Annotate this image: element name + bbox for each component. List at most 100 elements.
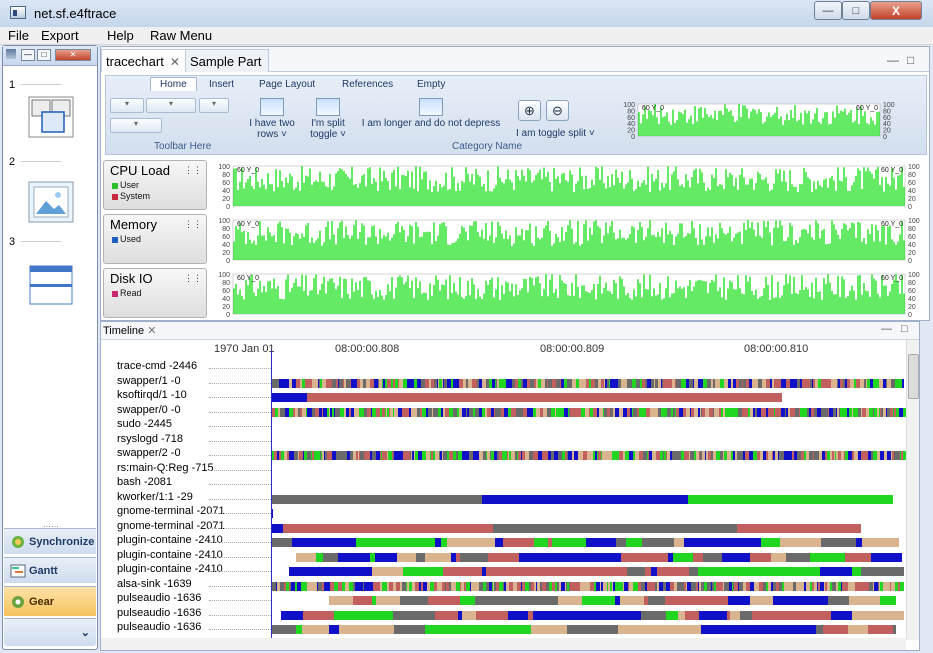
maximize-view-button[interactable]: □: [907, 53, 914, 67]
state-segment[interactable]: [586, 538, 616, 547]
state-segment[interactable]: [641, 610, 666, 620]
state-segment[interactable]: [563, 596, 582, 605]
image-thumbnail-icon[interactable]: [28, 181, 74, 223]
process-label[interactable]: plugin-containe -2410: [117, 563, 223, 575]
process-label[interactable]: swapper/1 -0: [117, 375, 181, 387]
state-segment[interactable]: [271, 494, 482, 504]
horizontal-scrollbar[interactable]: [101, 638, 906, 650]
state-segment[interactable]: [503, 538, 534, 547]
layout-thumbnail-icon[interactable]: [28, 96, 74, 138]
state-segment[interactable]: [365, 625, 394, 634]
grip-icon[interactable]: ⋮⋮: [184, 219, 202, 230]
process-state-track[interactable]: [271, 610, 904, 620]
state-segment[interactable]: [773, 596, 803, 605]
state-segment[interactable]: [475, 596, 558, 605]
state-segment[interactable]: [620, 596, 644, 605]
state-segment[interactable]: [618, 625, 675, 634]
state-segment[interactable]: [329, 596, 353, 605]
process-label[interactable]: kworker/1:1 -29: [117, 491, 193, 503]
state-segment[interactable]: [796, 538, 821, 547]
state-segment[interactable]: [307, 393, 782, 402]
state-segment[interactable]: [296, 552, 316, 562]
process-state-track[interactable]: [271, 625, 904, 634]
state-segment[interactable]: [821, 538, 849, 547]
state-segment[interactable]: [482, 494, 688, 504]
state-segment[interactable]: [698, 567, 798, 576]
state-segment[interactable]: [861, 567, 888, 576]
state-segment[interactable]: [849, 596, 880, 605]
toolbar-button[interactable]: ▾: [110, 118, 162, 133]
state-segment[interactable]: [701, 625, 816, 634]
process-label[interactable]: swapper/2 -0: [117, 447, 181, 459]
tab-tracechart[interactable]: tracechart ✕: [101, 49, 187, 72]
maximize-view-button[interactable]: □: [901, 323, 908, 335]
state-segment[interactable]: [353, 552, 370, 562]
state-segment[interactable]: [339, 625, 365, 634]
state-segment[interactable]: [648, 596, 665, 605]
close-icon[interactable]: ✕: [170, 55, 180, 69]
state-segment[interactable]: [688, 494, 893, 504]
shelf-minimize-button[interactable]: —: [21, 49, 35, 61]
state-segment[interactable]: [493, 523, 737, 533]
state-segment[interactable]: [531, 625, 567, 634]
state-segment[interactable]: [271, 538, 292, 547]
disk-io-label[interactable]: Disk IO ⋮⋮ Read: [103, 268, 207, 318]
state-segment[interactable]: [771, 552, 780, 562]
state-segment[interactable]: [689, 567, 698, 576]
state-segment[interactable]: [519, 552, 543, 562]
state-segment[interactable]: [722, 552, 750, 562]
state-segment[interactable]: [816, 625, 823, 634]
state-segment[interactable]: [823, 625, 848, 634]
minimize-button[interactable]: —: [814, 1, 842, 20]
state-segment[interactable]: [403, 567, 443, 576]
process-state-track[interactable]: [271, 494, 904, 504]
state-segment[interactable]: [582, 596, 591, 605]
gantt-button[interactable]: Gantt: [4, 557, 96, 583]
state-segment[interactable]: [616, 538, 626, 547]
state-segment[interactable]: [353, 596, 372, 605]
maximize-button[interactable]: □: [842, 1, 870, 20]
process-label[interactable]: gnome-terminal -2071: [117, 505, 225, 517]
tab-sample-part[interactable]: Sample Part: [185, 49, 269, 72]
process-label[interactable]: trace-cmd -2446: [117, 360, 197, 372]
longer-button[interactable]: I am longer and do not depress: [356, 98, 506, 129]
close-icon[interactable]: ✕: [147, 325, 156, 337]
state-segment[interactable]: [476, 610, 483, 620]
state-segment[interactable]: [397, 552, 416, 562]
state-segment[interactable]: [334, 610, 393, 620]
state-segment[interactable]: [900, 581, 904, 591]
process-label[interactable]: gnome-terminal -2071: [117, 520, 225, 532]
zoom-out-button[interactable]: ⊖: [546, 100, 569, 121]
process-state-track[interactable]: [271, 378, 904, 388]
state-segment[interactable]: [728, 596, 750, 605]
vertical-scrollbar[interactable]: [906, 340, 919, 640]
process-state-track[interactable]: [271, 364, 904, 373]
state-segment[interactable]: [820, 567, 852, 576]
shelf-more-button[interactable]: ⌄: [4, 618, 96, 646]
menu-help[interactable]: Help: [107, 28, 134, 43]
close-button[interactable]: X: [870, 1, 922, 20]
state-segment[interactable]: [752, 610, 831, 620]
state-segment[interactable]: [303, 610, 334, 620]
process-state-track[interactable]: [271, 567, 904, 576]
cpu-load-label[interactable]: CPU Load ⋮⋮ User System: [103, 160, 207, 210]
grip-icon[interactable]: ⋮⋮: [184, 273, 202, 284]
state-segment[interactable]: [375, 552, 397, 562]
state-segment[interactable]: [674, 538, 684, 547]
state-segment[interactable]: [393, 610, 405, 620]
grip-icon[interactable]: ⋮⋮: [184, 165, 202, 176]
state-segment[interactable]: [678, 610, 685, 620]
state-segment[interactable]: [665, 596, 681, 605]
state-segment[interactable]: [323, 552, 338, 562]
state-segment[interactable]: [831, 610, 852, 620]
process-state-track[interactable]: [271, 538, 904, 547]
process-state-track[interactable]: [271, 480, 904, 489]
state-segment[interactable]: [868, 625, 893, 634]
state-segment[interactable]: [848, 625, 868, 634]
state-segment[interactable]: [405, 610, 435, 620]
table-thumbnail-icon[interactable]: [28, 264, 74, 306]
state-segment[interactable]: [737, 523, 861, 533]
menu-export[interactable]: Export: [41, 28, 79, 43]
state-segment[interactable]: [534, 538, 548, 547]
state-segment[interactable]: [543, 552, 618, 562]
